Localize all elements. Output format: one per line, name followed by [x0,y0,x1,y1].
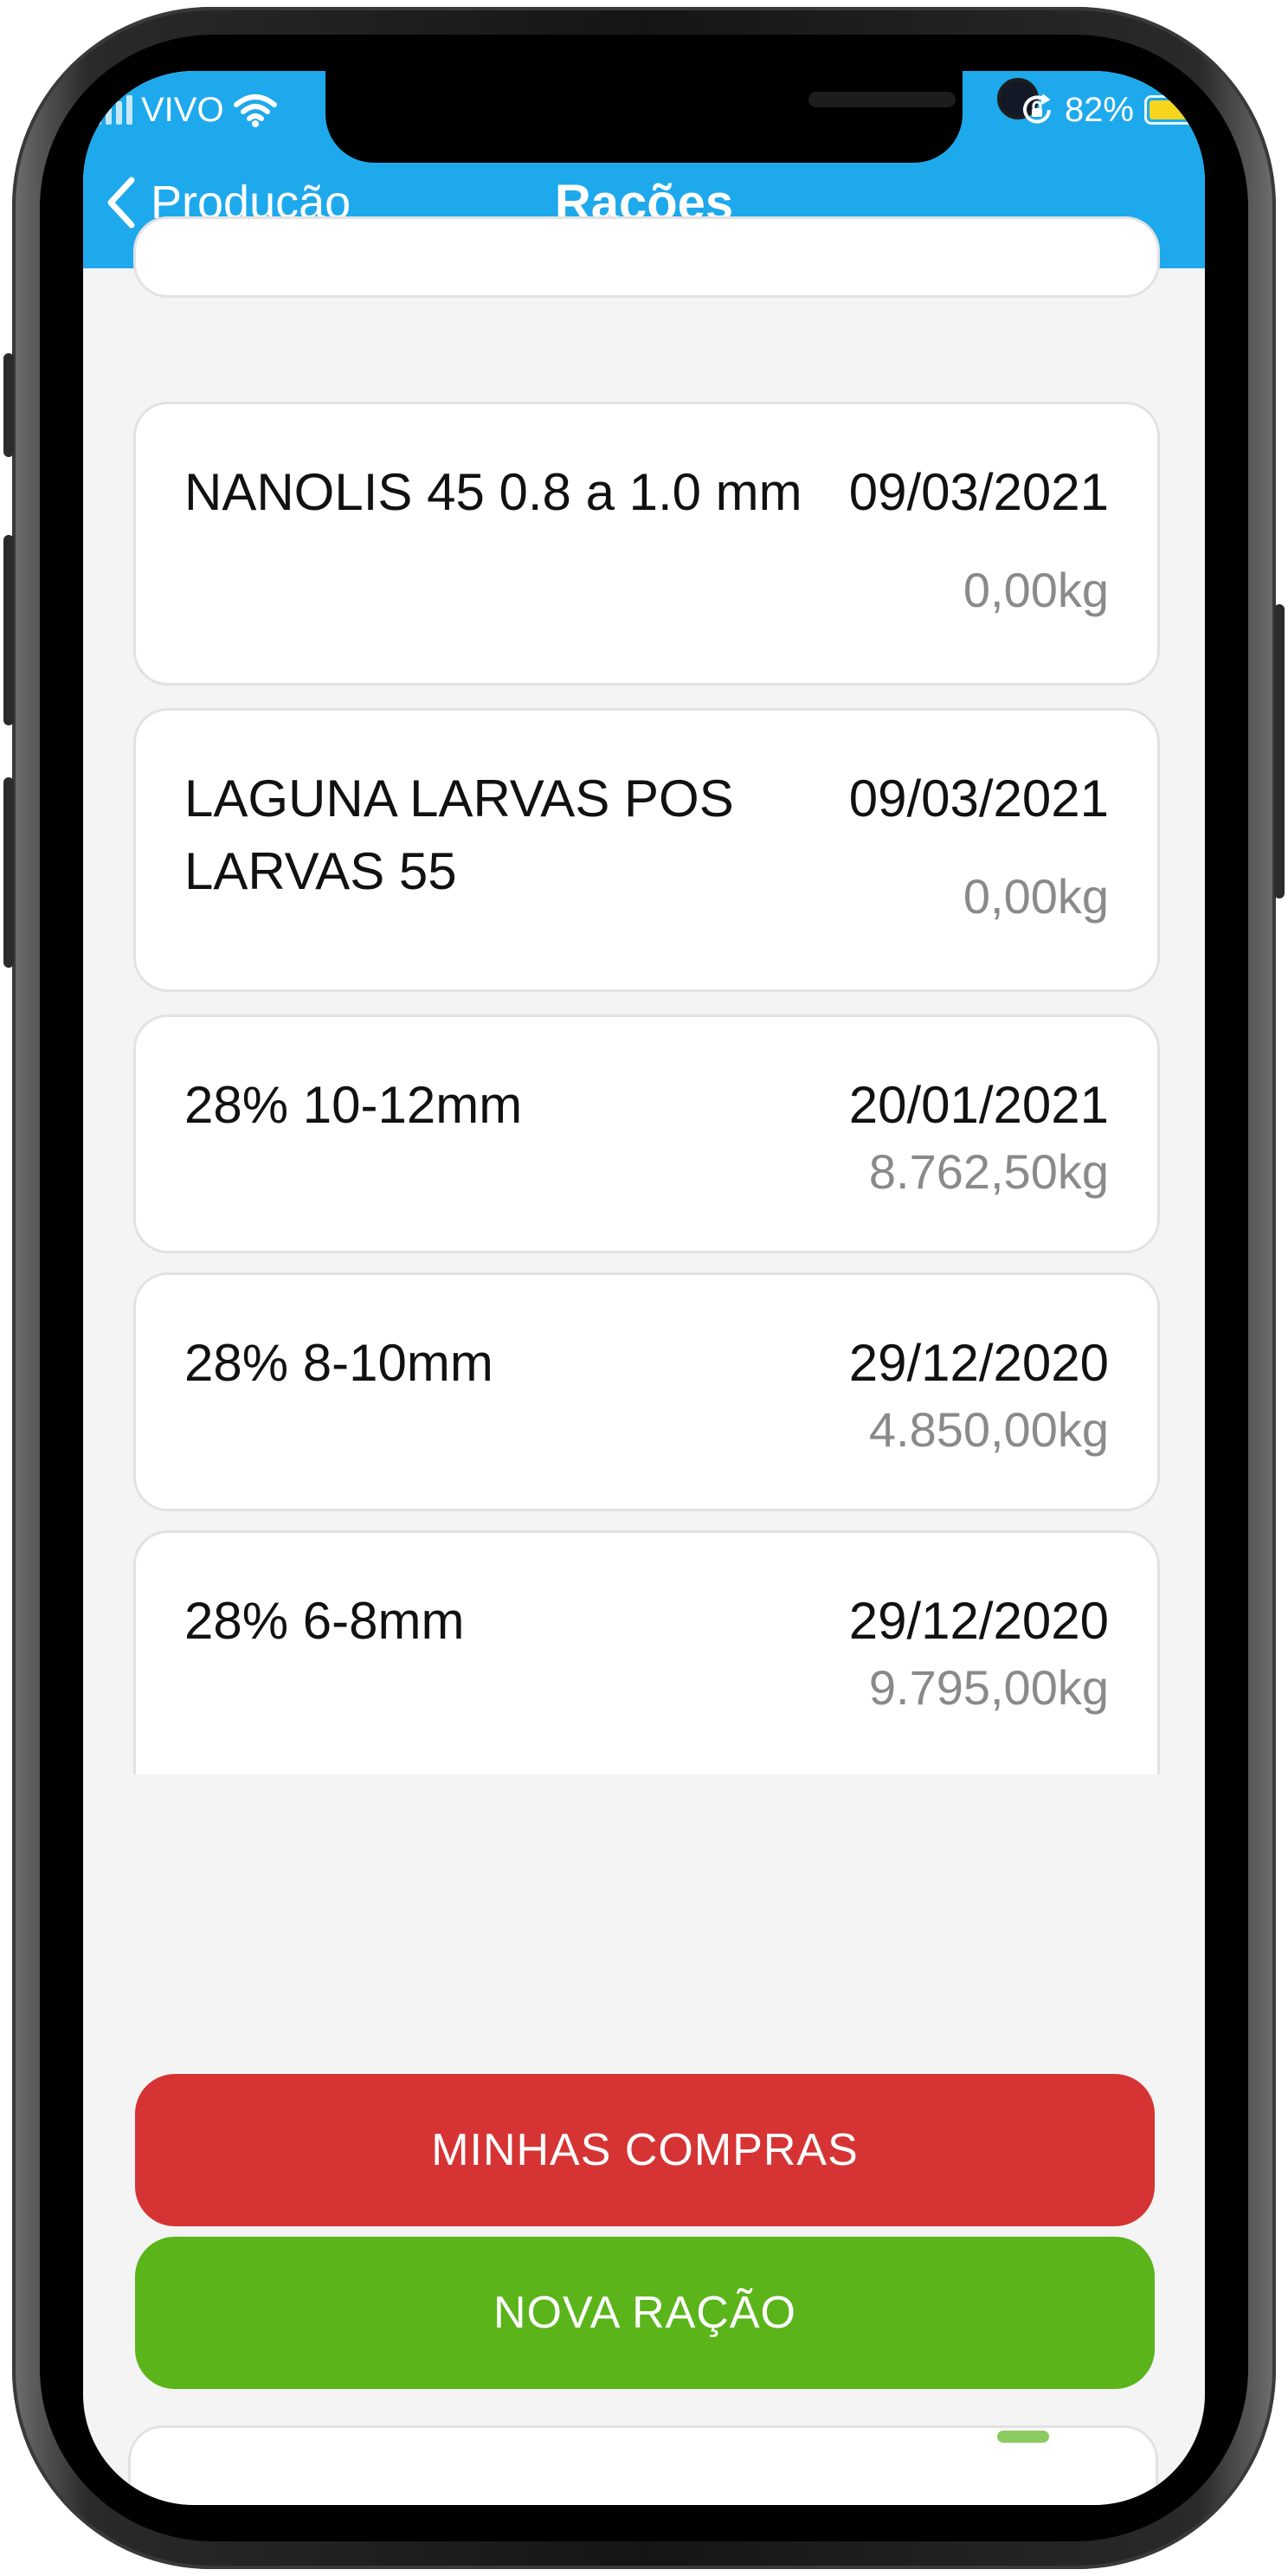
feed-weight: 9.795,00kg [868,1660,1109,1715]
feed-name: 28% 6-8mm [184,1592,465,1650]
status-bar-left: VIVO [95,88,278,132]
signal-icon [95,95,132,125]
status-bar-right: 82% [1020,88,1205,132]
feed-item[interactable]: LAGUNA LARVAS POS LARVAS 55 09/03/2021 0… [133,708,1160,992]
battery-fill [1150,100,1191,119]
feed-weight: 0,00kg [963,563,1109,617]
feed-weight: 4.850,00kg [868,1402,1109,1457]
feed-name: 28% 10-12mm [184,1076,523,1134]
feed-weight: 0,00kg [963,869,1109,924]
feed-weight: 8.762,50kg [868,1144,1109,1199]
volume-down-button [3,777,14,968]
list-item-partial [133,216,1160,298]
feed-item[interactable]: 28% 8-10mm 29/12/2020 4.850,00kg [133,1272,1160,1511]
feed-name: 28% 8-10mm [184,1334,493,1392]
feed-name: NANOLIS 45 0.8 a 1.0 mm [184,463,802,521]
partial-label [997,2431,1049,2443]
my-purchases-button[interactable]: MINHAS COMPRAS [135,2074,1155,2226]
wifi-icon [233,94,277,127]
new-feed-button[interactable]: NOVA RAÇÃO [135,2237,1155,2389]
feed-name: LAGUNA LARVAS POS LARVAS 55 [184,770,734,900]
battery-icon [1144,95,1205,125]
feed-date: 29/12/2020 [848,1334,1109,1392]
volume-up-button [3,535,14,725]
mute-switch [3,353,14,457]
carrier-name: VIVO [141,90,224,129]
feed-item[interactable]: 28% 6-8mm 29/12/2020 9.795,00kg [133,1530,1160,1774]
feed-date: 09/03/2021 [848,770,1109,828]
rotation-lock-icon [1022,93,1051,124]
feed-date: 29/12/2020 [848,1592,1109,1650]
feed-date: 20/01/2021 [848,1076,1109,1134]
earpiece-speaker [808,92,956,107]
feed-item[interactable]: 28% 10-12mm 20/01/2021 8.762,50kg [133,1014,1160,1253]
feed-date: 09/03/2021 [848,463,1109,521]
battery-percent: 82% [1064,90,1134,129]
app-screen: VIVO 82% Produção Rações NANOLIS 45 0.8 … [83,71,1205,2505]
power-button [1274,604,1285,898]
feed-item[interactable]: NANOLIS 45 0.8 a 1.0 mm 09/03/2021 0,00k… [133,402,1160,686]
phone-notch [325,71,1039,163]
